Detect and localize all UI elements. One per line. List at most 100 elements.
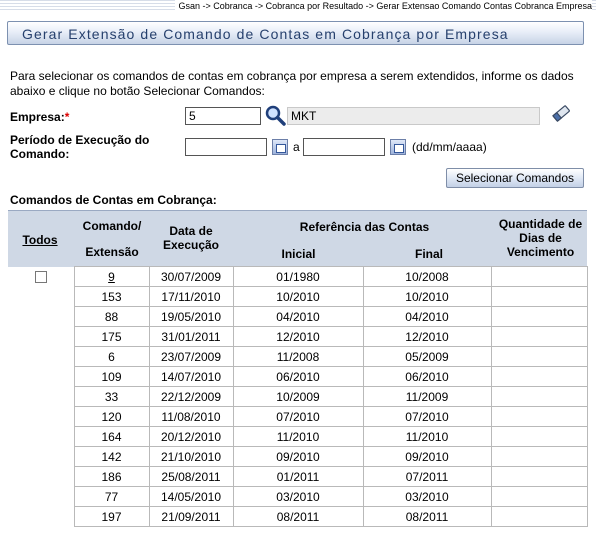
- periodo-label: Período de Execução do Comando:: [10, 133, 149, 161]
- row-select-cell: [8, 507, 74, 527]
- dias-vencimento-cell: [490, 446, 588, 467]
- table-row: 9 30/07/2009 01/1980 10/2008: [8, 266, 588, 287]
- data-execucao-cell: 14/05/2010: [148, 486, 234, 507]
- table-row: 153 17/11/2010 10/2010 10/2010: [8, 286, 588, 307]
- comando-cell: 186: [73, 466, 150, 487]
- quantidade-header: Quantidade de Dias de Vencimento: [494, 217, 587, 259]
- comando-cell: 142: [73, 446, 150, 467]
- data-execucao-cell: 20/12/2010: [148, 426, 234, 447]
- comandos-table: 9 30/07/2009 01/1980 10/2008 153 17/11/2010 10…: [8, 266, 588, 527]
- periodo-inicio-input[interactable]: [185, 138, 267, 156]
- referencia-inicial-cell: 08/2011: [232, 506, 364, 527]
- comando-header-line2: Extensão: [85, 245, 139, 259]
- dias-vencimento-cell: [490, 406, 588, 427]
- data-execucao-cell: 22/12/2009: [148, 386, 234, 407]
- breadcrumb: Gsan -> Cobranca -> Cobranca por Resulta…: [174, 0, 592, 12]
- referencia-inicial-cell: 10/2009: [232, 386, 364, 407]
- table-row: 186 25/08/2011 01/2011 07/2011: [8, 466, 588, 487]
- data-header: Data de Execução: [152, 224, 230, 252]
- calendar-icon[interactable]: [390, 139, 406, 155]
- comando-link[interactable]: 9: [108, 270, 115, 284]
- comando-value: 33: [104, 389, 119, 404]
- table-row: 164 20/12/2010 11/2010 11/2010: [8, 426, 588, 447]
- dias-vencimento-cell: [490, 286, 588, 307]
- comando-cell[interactable]: 9: [73, 266, 150, 287]
- referencia-final-cell: 07/2011: [362, 466, 492, 487]
- referencia-inicial-cell: 01/1980: [232, 266, 364, 287]
- selecionar-comandos-button[interactable]: Selecionar Comandos: [446, 168, 584, 188]
- comando-cell: 88: [73, 306, 150, 327]
- comando-header-line1: Comando/: [82, 219, 142, 233]
- comando-cell: 6: [73, 346, 150, 367]
- table-row: 88 19/05/2010 04/2010 04/2010: [8, 306, 588, 327]
- referencia-final-cell: 08/2011: [362, 506, 492, 527]
- data-execucao-cell: 14/07/2010: [148, 366, 234, 387]
- data-execucao-cell: 17/11/2010: [148, 286, 234, 307]
- eraser-icon[interactable]: [551, 103, 571, 123]
- comando-value: 88: [104, 309, 119, 324]
- referencia-inicial-cell: 04/2010: [232, 306, 364, 327]
- periodo-separator: a: [293, 140, 300, 154]
- referencia-inicial-cell: 11/2010: [232, 426, 364, 447]
- dias-vencimento-cell: [490, 346, 588, 367]
- instructions-text: Para selecionar os comandos de contas em…: [10, 69, 574, 98]
- table-row: 142 21/10/2010 09/2010 09/2010: [8, 446, 588, 467]
- referencia-final-cell: 07/2010: [362, 406, 492, 427]
- empresa-name-field: [287, 107, 540, 125]
- table-row: 109 14/07/2010 06/2010 06/2010: [8, 366, 588, 387]
- referencia-inicial-cell: 09/2010: [232, 446, 364, 467]
- search-icon[interactable]: [264, 104, 286, 126]
- row-select-cell: [8, 287, 74, 307]
- comando-value: 77: [104, 489, 119, 504]
- empresa-code-input[interactable]: [185, 107, 261, 125]
- row-select-cell: [8, 307, 74, 327]
- data-header-line1: Data de: [169, 224, 213, 238]
- data-execucao-cell: 23/07/2009: [148, 346, 234, 367]
- dias-vencimento-cell: [490, 386, 588, 407]
- periodo-fim-input[interactable]: [303, 138, 385, 156]
- comando-value: 175: [101, 329, 122, 344]
- comando-value: 109: [101, 369, 122, 384]
- comando-cell: 109: [73, 366, 150, 387]
- referencia-final-cell: 10/2010: [362, 286, 492, 307]
- date-format-hint: (dd/mm/aaaa): [412, 140, 487, 154]
- qtd-header-line3: Vencimento: [506, 245, 575, 259]
- comando-value: 120: [101, 409, 122, 424]
- table-row: 77 14/05/2010 03/2010 03/2010: [8, 486, 588, 507]
- referencia-inicial-cell: 11/2008: [232, 346, 364, 367]
- comando-cell: 77: [73, 486, 150, 507]
- referencia-final-cell: 03/2010: [362, 486, 492, 507]
- row-select-cell: [8, 267, 74, 287]
- table-row: 120 11/08/2010 07/2010 07/2010: [8, 406, 588, 427]
- row-select-cell: [8, 427, 74, 447]
- row-select-cell: [8, 467, 74, 487]
- comando-value: 6: [108, 349, 115, 364]
- todos-link-text[interactable]: Todos: [22, 233, 57, 247]
- referencia-inicial-cell: 01/2011: [232, 466, 364, 487]
- dias-vencimento-cell: [490, 486, 588, 507]
- referencia-inicial-cell: 07/2010: [232, 406, 364, 427]
- grid-header: Todos Comando/ Extensão Data de Execução…: [8, 210, 587, 267]
- row-select-cell: [8, 347, 74, 367]
- referencia-final-cell: 04/2010: [362, 306, 492, 327]
- todos-link[interactable]: Todos: [8, 233, 72, 247]
- data-execucao-cell: 30/07/2009: [148, 266, 234, 287]
- calendar-icon[interactable]: [272, 139, 288, 155]
- row-select-cell: [8, 487, 74, 507]
- row-checkbox[interactable]: [34, 271, 47, 284]
- referencia-final-cell: 11/2009: [362, 386, 492, 407]
- comando-cell: 164: [73, 426, 150, 447]
- table-row: 197 21/09/2011 08/2011 08/2011: [8, 506, 588, 527]
- data-execucao-cell: 11/08/2010: [148, 406, 234, 427]
- row-select-cell: [8, 367, 74, 387]
- data-execucao-cell: 31/01/2011: [148, 326, 234, 347]
- grid-section-title: Comandos de Contas em Cobrança:: [10, 193, 217, 207]
- data-execucao-cell: 21/09/2011: [148, 506, 234, 527]
- referencia-header: Referência das Contas: [299, 220, 430, 234]
- comando-cell: 120: [73, 406, 150, 427]
- final-header: Final: [414, 247, 443, 261]
- referencia-final-cell: 10/2008: [362, 266, 492, 287]
- empresa-label: Empresa:*: [10, 110, 69, 124]
- dias-vencimento-cell: [490, 326, 588, 347]
- row-select-cell: [8, 387, 74, 407]
